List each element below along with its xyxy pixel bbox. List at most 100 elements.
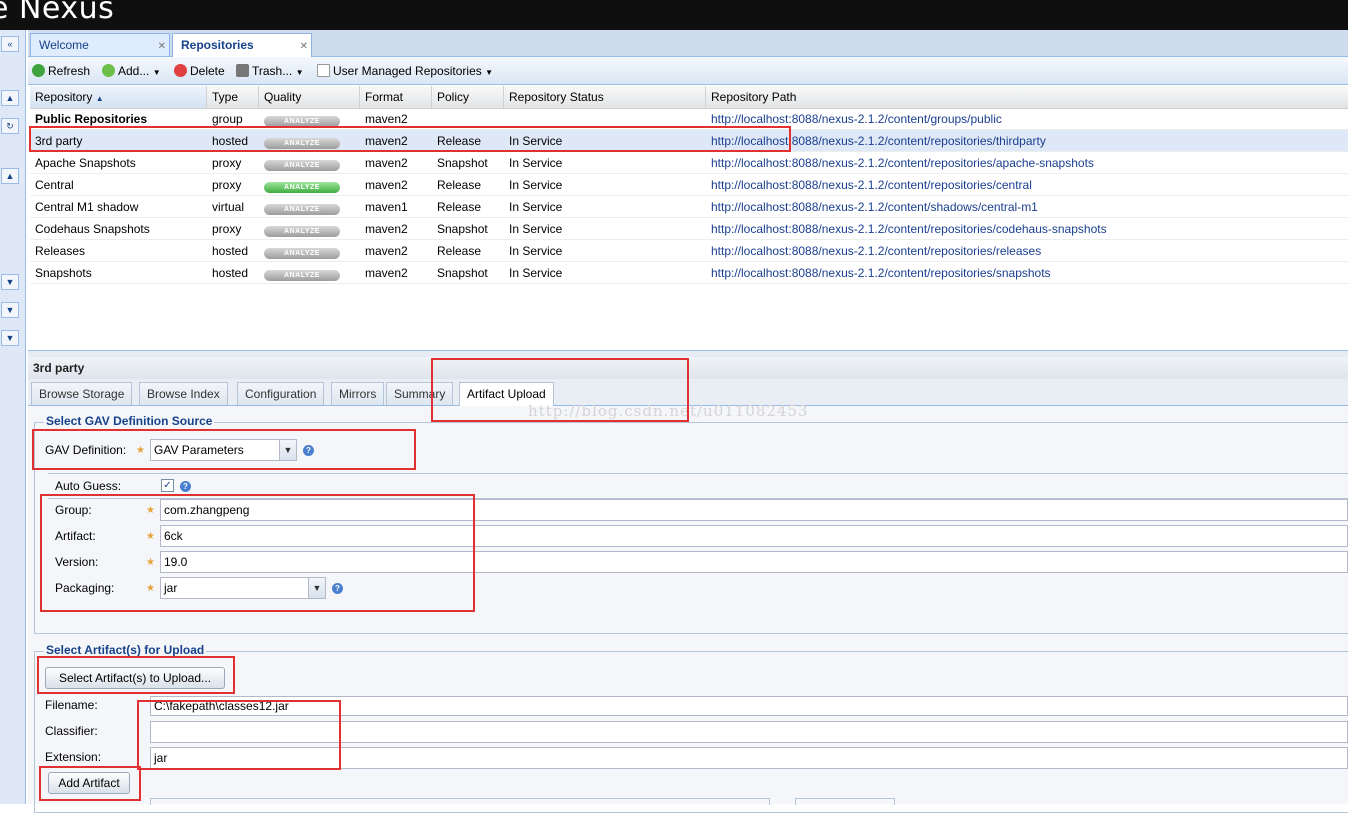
close-icon[interactable]: ✕ bbox=[300, 36, 308, 58]
table-row[interactable]: Releases hosted ANALYZE maven2 Release In Ser… bbox=[30, 240, 1348, 262]
cell-quality: ANALYZE bbox=[259, 130, 360, 152]
cell-format: maven2 bbox=[365, 266, 408, 280]
refresh-button[interactable]: Refresh bbox=[32, 62, 90, 80]
table-row[interactable]: Public Repositories group ANALYZE maven2 htt… bbox=[30, 108, 1348, 130]
tab-repositories[interactable]: Repositories ✕ bbox=[172, 33, 312, 57]
cell-format: maven2 bbox=[365, 156, 408, 170]
analyze-button[interactable]: ANALYZE bbox=[264, 204, 340, 215]
cell-type: proxy bbox=[212, 222, 242, 236]
cell-type: proxy bbox=[212, 156, 242, 170]
close-icon[interactable]: ✕ bbox=[158, 36, 166, 58]
cell-policy: Release bbox=[437, 244, 482, 258]
cell-quality: ANALYZE bbox=[259, 108, 360, 130]
delete-button[interactable]: Delete bbox=[174, 62, 225, 80]
cell-status: In Service bbox=[509, 134, 563, 148]
user-managed-repositories-dropdown[interactable]: User Managed Repositories ▼ bbox=[317, 62, 493, 80]
tab-mirrors[interactable]: Mirrors bbox=[331, 382, 385, 405]
analyze-button[interactable]: ANALYZE bbox=[264, 248, 340, 259]
tab-configuration[interactable]: Configuration bbox=[237, 382, 325, 405]
analyze-button[interactable]: ANALYZE bbox=[264, 160, 340, 171]
help-icon[interactable]: ? bbox=[303, 445, 314, 456]
analyze-button[interactable]: ANALYZE bbox=[264, 270, 340, 281]
tab-summary[interactable]: Summary bbox=[386, 382, 454, 405]
column-header-path[interactable]: Repository Path bbox=[706, 86, 1348, 108]
column-header-type[interactable]: Type bbox=[207, 86, 259, 108]
separator bbox=[48, 473, 1348, 474]
column-header-policy[interactable]: Policy bbox=[432, 86, 504, 108]
cell-status: In Service bbox=[509, 156, 563, 170]
classifier-field[interactable] bbox=[150, 721, 1348, 743]
group-label: Group: bbox=[55, 503, 92, 517]
delete-icon bbox=[174, 64, 187, 77]
version-field[interactable]: 19.0 bbox=[160, 551, 1348, 573]
filename-field[interactable]: C:\fakepath\classes12.jar bbox=[150, 696, 1348, 716]
cell-policy bbox=[432, 108, 504, 130]
column-header-repository[interactable]: Repository ▲ bbox=[30, 86, 207, 108]
packaging-select[interactable]: jar ▼ bbox=[160, 577, 326, 599]
cell-path: http://localhost:8088/nexus-2.1.2/conten… bbox=[711, 266, 1051, 280]
tab-browse-index[interactable]: Browse Index bbox=[139, 382, 228, 405]
analyze-button[interactable]: ANALYZE bbox=[264, 182, 340, 193]
table-row[interactable]: 3rd party hosted ANALYZE maven2 Release In Se… bbox=[30, 130, 1348, 152]
cell-status bbox=[504, 108, 706, 130]
cell-format: maven2 bbox=[365, 178, 408, 192]
collapse-arrow-icon[interactable]: ▲ bbox=[1, 90, 19, 106]
column-header-quality[interactable]: Quality bbox=[259, 86, 360, 108]
chevron-down-icon[interactable]: ▼ bbox=[308, 578, 325, 598]
expand-icon[interactable]: « bbox=[1, 36, 19, 52]
cell-policy: Snapshot bbox=[437, 222, 488, 236]
select-artifacts-button[interactable]: Select Artifact(s) to Upload... bbox=[45, 667, 225, 689]
tab-label: Repositories bbox=[181, 38, 254, 52]
gav-definition-label: GAV Definition: bbox=[45, 443, 127, 457]
page-icon bbox=[317, 64, 330, 77]
artifact-label: Artifact: bbox=[55, 529, 96, 543]
column-header-format[interactable]: Format bbox=[360, 86, 432, 108]
cell-type: hosted bbox=[212, 134, 249, 148]
cell-status: In Service bbox=[509, 266, 563, 280]
column-header-status[interactable]: Repository Status bbox=[504, 86, 706, 108]
cell-path: http://localhost:8088/nexus-2.1.2/conten… bbox=[711, 112, 1002, 126]
expand-arrow-icon[interactable]: ▼ bbox=[1, 302, 19, 318]
left-collapsed-panel: « ▲ ↻ ▲ ▼ ▼ ▼ bbox=[0, 30, 26, 804]
add-artifact-button[interactable]: Add Artifact bbox=[48, 772, 130, 794]
expand-arrow-icon[interactable]: ▼ bbox=[1, 330, 19, 346]
help-icon[interactable]: ? bbox=[332, 583, 343, 594]
cell-policy: Snapshot bbox=[437, 156, 488, 170]
table-row[interactable]: Snapshots hosted ANALYZE maven2 Snapshot In S… bbox=[30, 262, 1348, 284]
analyze-button[interactable]: ANALYZE bbox=[264, 138, 340, 149]
cell-format: maven2 bbox=[365, 134, 408, 148]
extension-field[interactable]: jar bbox=[150, 747, 1348, 769]
add-button[interactable]: Add... ▼ bbox=[102, 62, 161, 80]
trash-button[interactable]: Trash... ▼ bbox=[236, 62, 304, 80]
tab-welcome[interactable]: Welcome ✕ bbox=[30, 33, 170, 56]
cell-format: maven2 bbox=[365, 244, 408, 258]
refresh-icon bbox=[32, 64, 45, 77]
analyze-button[interactable]: ANALYZE bbox=[264, 226, 340, 237]
table-row[interactable]: Apache Snapshots proxy ANALYZE maven2 Snapsh… bbox=[30, 152, 1348, 174]
tab-browse-storage[interactable]: Browse Storage bbox=[31, 382, 133, 405]
table-row[interactable]: Central M1 shadow virtual ANALYZE maven1 Rel… bbox=[30, 196, 1348, 218]
auto-guess-checkbox[interactable]: ✓ bbox=[161, 479, 174, 492]
cell-path: http://localhost:8088/nexus-2.1.2/conten… bbox=[711, 222, 1107, 236]
help-icon[interactable]: ? bbox=[180, 481, 191, 492]
required-star-icon: ★ bbox=[136, 445, 145, 456]
cell-status: In Service bbox=[509, 222, 563, 236]
collapse-arrow-icon[interactable]: ▲ bbox=[1, 168, 19, 184]
gav-definition-select[interactable]: GAV Parameters ▼ bbox=[150, 439, 297, 461]
cell-quality: ANALYZE bbox=[259, 240, 360, 262]
table-row[interactable]: Codehaus Snapshots proxy ANALYZE maven2 Snap… bbox=[30, 218, 1348, 240]
expand-arrow-icon[interactable]: ▼ bbox=[1, 274, 19, 290]
detail-title: 3rd party bbox=[33, 361, 85, 375]
analyze-button[interactable]: ANALYZE bbox=[264, 116, 340, 127]
main-tab-bar: Welcome ✕ Repositories ✕ bbox=[28, 30, 1348, 57]
cell-path: http://localhost:8088/nexus-2.1.2/conten… bbox=[711, 134, 1046, 148]
cell-repository: Central M1 shadow bbox=[35, 200, 139, 214]
cell-quality: ANALYZE bbox=[259, 196, 360, 218]
group-field[interactable]: com.zhangpeng bbox=[160, 499, 1348, 521]
chevron-down-icon[interactable]: ▼ bbox=[279, 440, 296, 460]
cell-type: group bbox=[212, 112, 243, 126]
refresh-icon[interactable]: ↻ bbox=[1, 118, 19, 134]
table-row[interactable]: Central proxy ANALYZE maven2 Release In Servi… bbox=[30, 174, 1348, 196]
artifact-field[interactable]: 6ck bbox=[160, 525, 1348, 547]
repository-toolbar: Refresh Add... ▼ Delete Trash... ▼ User … bbox=[28, 57, 1348, 85]
